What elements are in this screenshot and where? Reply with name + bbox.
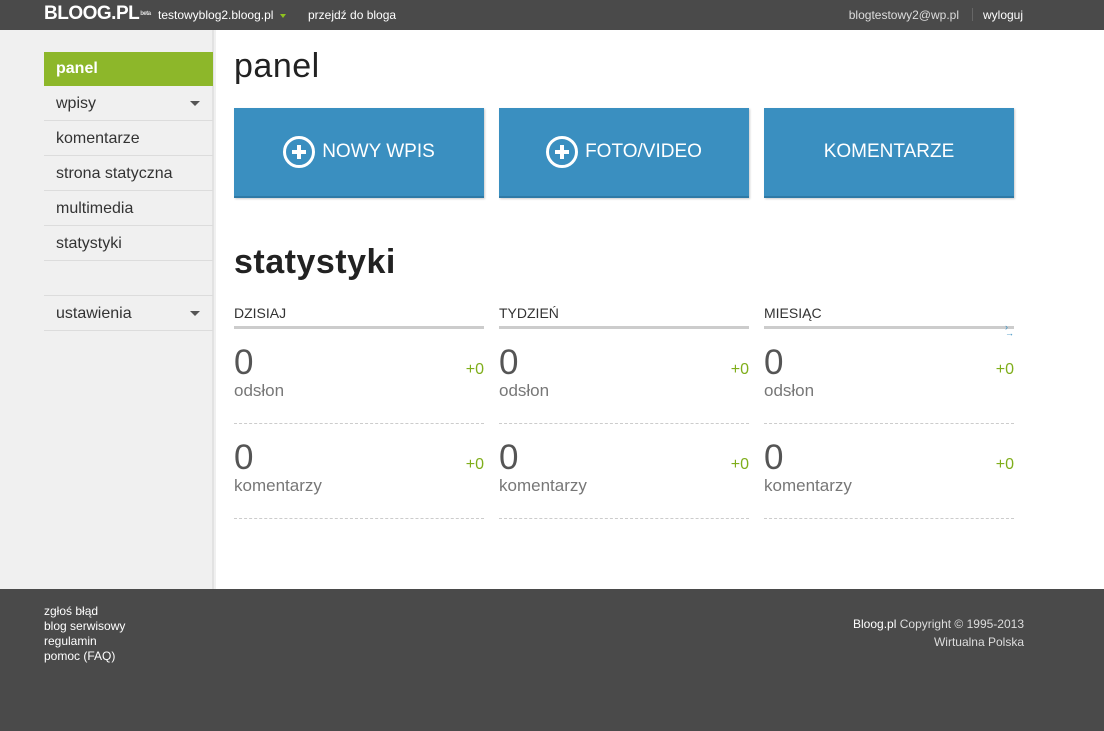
sidebar-item-label: strona statyczna	[56, 165, 173, 182]
chevron-down-icon	[190, 101, 200, 106]
logout-link[interactable]: wyloguj	[983, 8, 1023, 22]
stat-value: 0	[499, 438, 519, 477]
comments-button[interactable]: KOMENTARZE	[764, 108, 1014, 198]
bloog-logo[interactable]: BLOOG.PLbeta	[44, 4, 151, 24]
stat-value: 0	[764, 343, 784, 382]
footer-links: zgłoś błąd blog serwisowy regulamin pomo…	[44, 604, 125, 664]
footer: zgłoś błąd blog serwisowy regulamin pomo…	[0, 589, 1104, 731]
company-name: Wirtualna Polska	[933, 635, 1024, 649]
stat-value: 0	[234, 343, 254, 382]
blog-selector[interactable]: testowyblog2.bloog.pl	[158, 8, 287, 22]
stat-delta: +0	[465, 456, 484, 473]
sidebar-item-panel[interactable]: panel	[44, 52, 213, 86]
stat-value: 0	[499, 343, 519, 382]
stat-label: odsłon	[764, 381, 815, 400]
stat-period-label: MIESIĄC	[764, 305, 1014, 329]
stats-week: TYDZIEŃ 0 +0 odsłon 0 +0 komentarzy	[499, 305, 749, 519]
terms-link[interactable]: regulamin	[44, 634, 125, 649]
stat-comments: 0 +0 komentarzy	[499, 424, 749, 519]
sidebar-item-label: wpisy	[56, 95, 97, 112]
plus-circle-icon	[546, 136, 579, 168]
stat-label: komentarzy	[764, 476, 852, 495]
sidebar-item-wpisy[interactable]: wpisy	[44, 86, 213, 121]
stat-label: odsłon	[499, 381, 550, 400]
sidebar: panel wpisy komentarze strona statyczna …	[0, 30, 214, 589]
photo-video-label: FOTO/VIDEO	[585, 141, 702, 162]
sidebar-item-label: ustawienia	[56, 305, 132, 322]
sidebar-item-label: panel	[56, 60, 98, 77]
sidebar-item-statystyki[interactable]: statystyki	[44, 226, 213, 261]
copyright: Bloog.pl Copyright © 1995-2013 Wirtualna…	[853, 615, 1024, 651]
stat-delta: +0	[730, 456, 749, 473]
new-post-label: NOWY WPIS	[322, 141, 435, 162]
plus-circle-icon	[283, 136, 316, 168]
stat-delta: +0	[995, 361, 1014, 378]
sidebar-item-label: komentarze	[56, 130, 140, 147]
goto-blog-link[interactable]: przejdź do bloga	[308, 8, 396, 22]
sidebar-spacer	[44, 261, 213, 296]
sidebar-item-komentarze[interactable]: komentarze	[44, 121, 213, 156]
stat-comments: 0 +0 komentarzy	[764, 424, 1014, 519]
service-blog-link[interactable]: blog serwisowy	[44, 619, 125, 634]
logo-sup: beta	[140, 11, 151, 17]
page-title: panel	[234, 47, 320, 85]
sidebar-item-ustawienia[interactable]: ustawienia	[44, 296, 213, 331]
main-content: panel NOWY WPIS FOTO/VIDEO KOMENTARZE st…	[216, 30, 1104, 589]
new-post-button[interactable]: NOWY WPIS	[234, 108, 484, 198]
stat-delta: +0	[995, 456, 1014, 473]
divider	[972, 8, 973, 21]
photo-video-button[interactable]: FOTO/VIDEO	[499, 108, 749, 198]
report-bug-link[interactable]: zgłoś błąd	[44, 604, 125, 619]
stats-today: DZISIAJ 0 +0 odsłon 0 +0 komentarzy	[234, 305, 484, 519]
user-email[interactable]: blogtestowy2@wp.pl	[849, 8, 959, 22]
stat-delta: +0	[465, 361, 484, 378]
blog-name: testowyblog2.bloog.pl	[158, 8, 274, 22]
chevron-down-icon	[280, 13, 287, 18]
logo-text: BLOOG.PL	[44, 3, 140, 24]
stat-value: 0	[234, 438, 254, 477]
sidebar-item-label: multimedia	[56, 200, 134, 217]
top-bar: BLOOG.PLbeta testowyblog2.bloog.pl przej…	[0, 0, 1104, 30]
stats-month: MIESIĄC › → 0 +0 odsłon 0 +0 komentarzy	[764, 305, 1014, 519]
chevron-down-icon	[190, 311, 200, 316]
stats-title: statystyki	[234, 243, 396, 281]
sidebar-item-label: statystyki	[56, 235, 122, 252]
stat-views: 0 +0 odsłon	[499, 329, 749, 424]
comments-label: KOMENTARZE	[823, 141, 955, 162]
sidebar-item-strona-statyczna[interactable]: strona statyczna	[44, 156, 213, 191]
sidebar-nav: panel wpisy komentarze strona statyczna …	[44, 52, 213, 331]
stat-value: 0	[764, 438, 784, 477]
stat-label: komentarzy	[499, 476, 587, 495]
stat-label: odsłon	[234, 381, 285, 400]
copyright-text: Copyright © 1995-2013	[899, 617, 1024, 631]
stat-delta: +0	[730, 361, 749, 378]
stat-period-label: DZISIAJ	[234, 305, 484, 329]
stat-views: 0 +0 odsłon	[234, 329, 484, 424]
stat-comments: 0 +0 komentarzy	[234, 424, 484, 519]
stat-label: komentarzy	[234, 476, 322, 495]
help-faq-link[interactable]: pomoc (FAQ)	[44, 649, 125, 664]
stat-period-label: TYDZIEŃ	[499, 305, 749, 329]
brand-link[interactable]: Bloog.pl	[853, 617, 896, 631]
stat-views: 0 +0 odsłon	[764, 329, 1014, 424]
sidebar-item-multimedia[interactable]: multimedia	[44, 191, 213, 226]
